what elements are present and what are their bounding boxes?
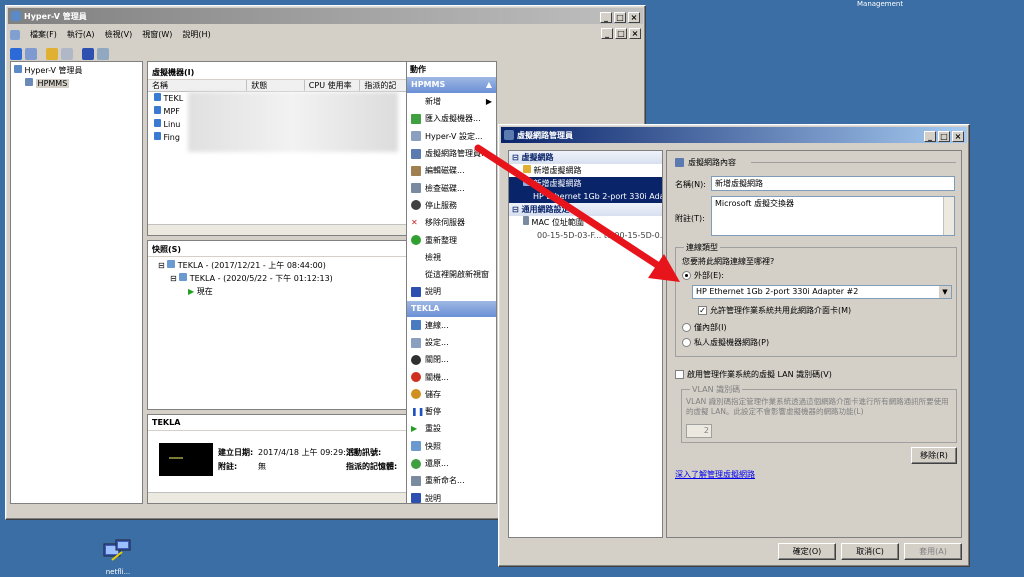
annotation-arrow	[474, 144, 680, 282]
